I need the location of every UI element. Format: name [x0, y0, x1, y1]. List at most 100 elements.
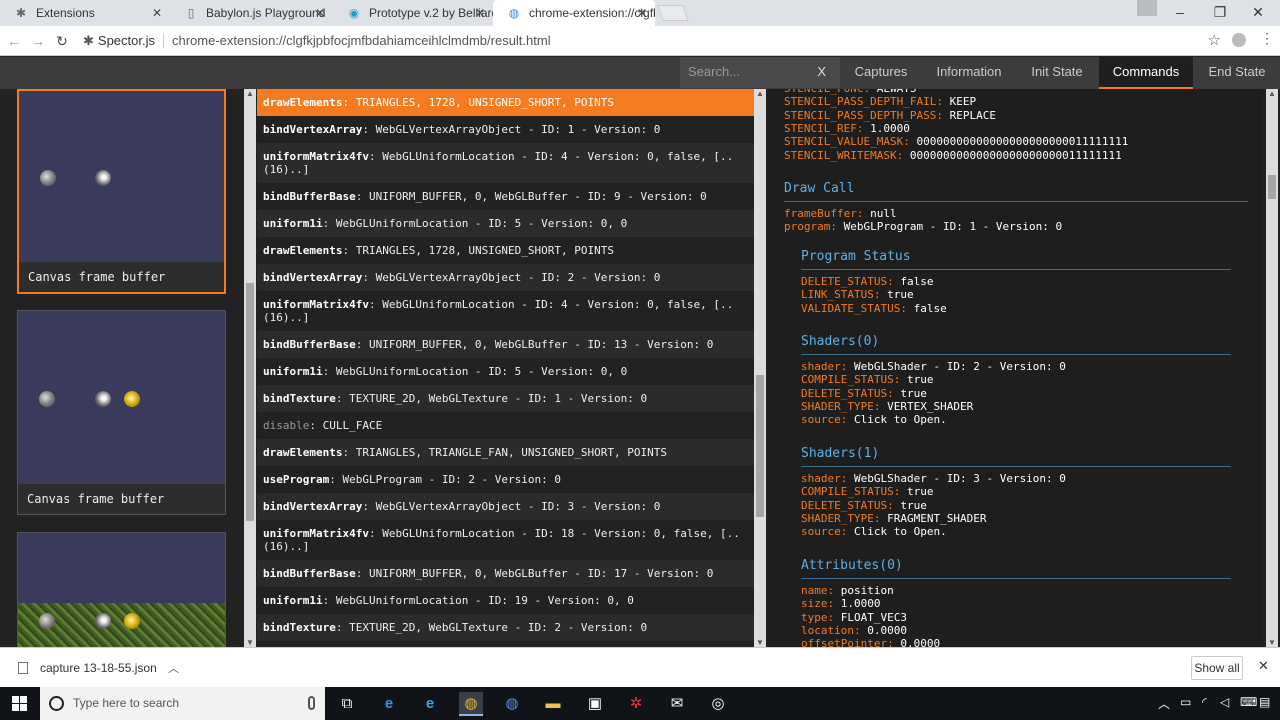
new-tab-button[interactable]: [657, 5, 689, 21]
state-entry: LINK_STATUS: true: [801, 288, 914, 301]
scroll-down-icon[interactable]: ▼: [1266, 638, 1278, 647]
taskbar-search-input[interactable]: Type here to search: [40, 687, 325, 720]
command-row[interactable]: useProgram: WebGLProgram - ID: 2 - Versi…: [257, 466, 754, 493]
tab-captures[interactable]: Captures: [845, 57, 917, 89]
reload-icon[interactable]: ↻: [52, 31, 72, 51]
bookmark-star-icon[interactable]: ☆: [1208, 31, 1221, 49]
browser-toolbar: ← → ↻ ✱ Spector.js chrome-extension://clg…: [0, 26, 1280, 56]
sphere: [95, 170, 111, 186]
show-hidden-icons-icon[interactable]: ︿: [1158, 695, 1170, 712]
command-row[interactable]: bindVertexArray: WebGLVertexArrayObject …: [257, 264, 754, 291]
task-view-icon[interactable]: ⧉: [335, 692, 359, 716]
separator: :: [873, 399, 888, 413]
tab-prototype[interactable]: ◉ Prototype v.2 by Belliard ✕: [333, 0, 493, 26]
tab-init-state[interactable]: Init State: [1021, 57, 1093, 89]
tab-extensions[interactable]: ✱ Extensions ✕: [0, 0, 170, 26]
close-icon[interactable]: ✕: [637, 0, 647, 26]
tab-end-state[interactable]: End State: [1201, 57, 1273, 89]
close-icon[interactable]: ✕: [475, 0, 485, 26]
command-row[interactable]: uniformMatrix4fv: WebGLUniformLocation -…: [257, 520, 754, 560]
mail-icon[interactable]: ✉: [665, 692, 689, 716]
command-row[interactable]: bindTexture: TEXTURE_2D, WebGLTexture - …: [257, 614, 754, 641]
minimize-icon[interactable]: –: [1160, 0, 1200, 26]
command-row[interactable]: bindBufferBase: UNIFORM_BUFFER, 0, WebGL…: [257, 331, 754, 358]
scroll-up-icon[interactable]: ▲: [754, 89, 766, 98]
page-icon: ▯: [187, 6, 195, 20]
state-entry: program: WebGLProgram - ID: 1 - Version:…: [784, 220, 1062, 233]
capture-canvas: [18, 311, 225, 485]
volume-icon[interactable]: ◁: [1220, 695, 1229, 709]
extension-icon[interactable]: [1232, 33, 1246, 47]
download-item[interactable]: capture 13-18-55.json: [18, 661, 157, 675]
search-clear-button[interactable]: X: [817, 57, 826, 87]
command-row[interactable]: bindVertexArray: WebGLVertexArrayObject …: [257, 116, 754, 143]
close-icon[interactable]: ✕: [315, 0, 325, 26]
internet-explorer-icon[interactable]: e: [418, 692, 442, 716]
scroll-down-icon[interactable]: ▼: [754, 638, 766, 647]
separator: :: [896, 148, 910, 162]
command-row[interactable]: drawElements: TRIANGLES, TRIANGLE_FAN, U…: [257, 439, 754, 466]
command-row[interactable]: bindBufferBase: UNIFORM_BUFFER, 0, WebGL…: [257, 183, 754, 210]
state-entry: COMPILE_STATUS: true: [801, 373, 933, 386]
section-divider: [801, 466, 1231, 467]
tab-information[interactable]: Information: [925, 57, 1013, 89]
command-row[interactable]: uniform1i: WebGLUniformLocation - ID: 5 …: [257, 358, 754, 385]
windows-start-icon[interactable]: [12, 696, 28, 712]
file-explorer-icon[interactable]: ▬: [541, 692, 565, 716]
tab-babylon[interactable]: ▯ Babylon.js Playground ✕: [170, 0, 333, 26]
menu-icon[interactable]: ⋮: [1260, 30, 1274, 47]
detail-scrollbar[interactable]: ▲ ▼: [1266, 89, 1278, 647]
user-profile-icon[interactable]: [1137, 0, 1157, 16]
chrome-canary-icon[interactable]: ◍: [500, 692, 524, 716]
forward-icon[interactable]: →: [28, 31, 48, 51]
command-name: uniformMatrix4fv: [263, 298, 369, 311]
keyboard-icon[interactable]: ⌨: [1240, 695, 1257, 709]
separator: :: [827, 597, 841, 611]
window-close-icon[interactable]: ✕: [1238, 0, 1278, 26]
command-row[interactable]: drawElements: TRIANGLES, 1728, UNSIGNED_…: [257, 89, 754, 116]
command-row[interactable]: disable: CULL_FACE: [257, 412, 754, 439]
command-row[interactable]: bindTexture: TEXTURE_2D, WebGLTexture - …: [257, 385, 754, 412]
address-bar[interactable]: ✱ Spector.js chrome-extension://clgfkjpbf…: [77, 29, 1227, 53]
command-row[interactable]: bindVertexArray: WebGLVertexArrayObject …: [257, 493, 754, 520]
microphone-icon[interactable]: [308, 696, 315, 710]
notifications-icon[interactable]: ▤: [1259, 695, 1270, 709]
tab-commands[interactable]: Commands: [1099, 57, 1193, 89]
search-input[interactable]: Search... X: [680, 57, 840, 88]
back-icon[interactable]: ←: [4, 31, 24, 51]
command-row[interactable]: uniformMatrix4fv: WebGLUniformLocation -…: [257, 291, 754, 331]
show-all-button[interactable]: Show all: [1191, 656, 1243, 680]
command-row[interactable]: uniformMatrix4fv: WebGLUniformLocation -…: [257, 143, 754, 183]
attributes-title: Attributes(0): [801, 558, 903, 573]
commands-scrollbar[interactable]: ▲ ▼: [754, 89, 766, 647]
command-row[interactable]: uniform1i: WebGLUniformLocation - ID: 5 …: [257, 210, 754, 237]
wifi-icon[interactable]: ◜: [1202, 695, 1207, 709]
command-row[interactable]: bindBufferBase: UNIFORM_BUFFER, 0, WebGL…: [257, 560, 754, 587]
battery-icon[interactable]: ▭: [1180, 695, 1191, 709]
store-icon[interactable]: ▣: [583, 692, 607, 716]
scrollbar-thumb[interactable]: [1268, 175, 1276, 199]
capture-thumbnail[interactable]: Canvas frame buffer: [17, 310, 226, 515]
state-key: shader: [801, 360, 841, 373]
chrome-icon[interactable]: ◍: [459, 692, 483, 716]
app-icon[interactable]: ✲: [624, 692, 648, 716]
capture-thumbnail[interactable]: Canvas frame buffer: [17, 89, 226, 294]
state-entry[interactable]: source: Click to Open.: [801, 413, 947, 426]
edge-icon[interactable]: e: [377, 692, 401, 716]
capture-thumbnail[interactable]: [17, 532, 226, 647]
chevron-up-icon[interactable]: ︿: [168, 660, 179, 676]
state-entry[interactable]: source: Click to Open.: [801, 525, 947, 538]
captures-scrollbar[interactable]: ▲ ▼: [244, 89, 256, 647]
close-icon[interactable]: ✕: [152, 0, 162, 26]
scroll-up-icon[interactable]: ▲: [1266, 89, 1278, 98]
scroll-down-icon[interactable]: ▼: [244, 638, 256, 647]
tab-spector[interactable]: ◍ chrome-extension://clgfk ✕: [493, 0, 655, 26]
restore-icon[interactable]: ❐: [1200, 0, 1240, 26]
scroll-up-icon[interactable]: ▲: [244, 89, 256, 98]
scrollbar-thumb[interactable]: [246, 283, 254, 521]
app-icon[interactable]: ◎: [706, 692, 730, 716]
command-row[interactable]: drawElements: TRIANGLES, 1728, UNSIGNED_…: [257, 237, 754, 264]
scrollbar-thumb[interactable]: [756, 375, 764, 517]
command-row[interactable]: uniform1i: WebGLUniformLocation - ID: 19…: [257, 587, 754, 614]
close-icon[interactable]: ✕: [1258, 658, 1269, 674]
